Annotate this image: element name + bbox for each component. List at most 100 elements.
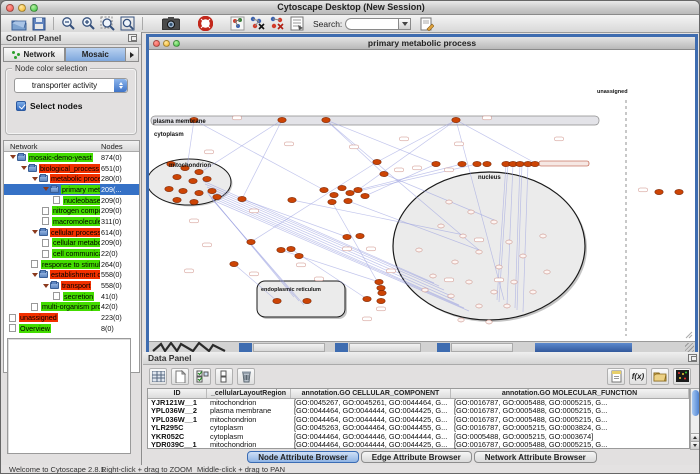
network-node[interactable] — [377, 285, 385, 290]
tab-mosaic[interactable]: Mosaic — [65, 47, 127, 62]
expand-triangle-icon[interactable] — [30, 230, 39, 234]
tab-scroll-right-icon[interactable] — [126, 47, 139, 62]
tab-network-attribute-browser[interactable]: Network Attribute Browser — [474, 451, 597, 463]
minimized-view-icon[interactable] — [437, 343, 450, 352]
network-node[interactable] — [173, 197, 181, 202]
network-node[interactable] — [344, 198, 352, 203]
network-node-small[interactable] — [452, 260, 458, 264]
tree-row[interactable]: multi-organism pro42(0) — [4, 302, 139, 313]
scroll-up-icon[interactable] — [691, 433, 699, 441]
network-node[interactable] — [346, 190, 354, 195]
network-node[interactable] — [203, 176, 211, 181]
minimized-view-icon[interactable] — [335, 343, 348, 352]
attribute-table-icon[interactable] — [149, 368, 167, 385]
network-node-small[interactable] — [530, 290, 536, 294]
network-node-small[interactable] — [506, 240, 512, 244]
snapshot-icon[interactable] — [161, 16, 181, 32]
expand-triangle-icon[interactable] — [30, 273, 39, 277]
tree-row[interactable]: cellular process614(0) — [4, 227, 139, 238]
network-node-small[interactable] — [438, 224, 444, 228]
network-node[interactable] — [377, 298, 385, 303]
network-node[interactable] — [380, 171, 388, 176]
tree-row[interactable]: cell communicat22(0) — [4, 248, 139, 259]
expand-triangle-icon[interactable] — [41, 187, 50, 191]
network-canvas[interactable]: plasma membranecytoplasmmitochondrionnuc… — [149, 50, 695, 341]
function-builder-icon[interactable]: f(x) — [629, 368, 647, 385]
tree-row[interactable]: primary metabo209(... — [4, 184, 139, 195]
tree-row[interactable]: cellular metabol209(0) — [4, 238, 139, 249]
network-node-small[interactable] — [511, 280, 517, 284]
network-node[interactable] — [328, 199, 336, 204]
minimized-view-thumbnail[interactable] — [349, 343, 421, 352]
network-node[interactable] — [378, 290, 386, 295]
table-row[interactable]: YPL036W__1mitochondrion[GO:0044464, GO:0… — [148, 416, 689, 424]
network-node[interactable] — [288, 197, 296, 202]
network-node[interactable] — [361, 193, 369, 198]
import-folder-icon[interactable] — [651, 368, 669, 385]
network-node[interactable] — [230, 261, 238, 266]
network-node[interactable] — [458, 161, 466, 166]
network-node[interactable] — [363, 296, 371, 301]
network-node[interactable] — [278, 117, 286, 122]
delete-attribute-icon[interactable] — [237, 368, 255, 385]
zoom-in-icon[interactable] — [78, 16, 98, 32]
minimized-view-icon[interactable] — [239, 343, 252, 352]
tree-row[interactable]: Overview8(0) — [4, 323, 139, 334]
network-node-small[interactable] — [491, 290, 497, 294]
resize-grip-icon[interactable] — [685, 343, 694, 352]
network-node[interactable] — [375, 279, 383, 284]
network-node-small[interactable] — [476, 304, 482, 308]
network-node[interactable] — [189, 178, 197, 183]
node-color-select[interactable]: transporter activity — [14, 78, 128, 93]
minimized-view-titlebar[interactable] — [535, 343, 632, 352]
hide-selected-nodes-icon[interactable] — [247, 16, 267, 32]
column-header[interactable]: annotation.GO CELLULAR_COMPONENT — [291, 389, 451, 398]
column-header[interactable]: annotation.GO MOLECULAR_FUNCTION — [451, 389, 689, 398]
network-node[interactable] — [208, 188, 216, 193]
expand-triangle-icon[interactable] — [19, 166, 28, 170]
tree-row[interactable]: metabolic process280(0) — [4, 173, 139, 184]
network-node-small[interactable] — [468, 210, 474, 214]
network-view-icon[interactable] — [227, 16, 247, 32]
float-panel-icon[interactable] — [688, 354, 697, 362]
unselect-attributes-icon[interactable] — [215, 368, 233, 385]
network-node-small[interactable] — [448, 294, 454, 298]
network-node-small[interactable] — [446, 200, 452, 204]
select-attributes-icon[interactable] — [193, 368, 211, 385]
table-scrollbar[interactable] — [690, 388, 700, 450]
hide-selected-edges-icon[interactable] — [267, 16, 287, 32]
network-node[interactable] — [190, 199, 198, 204]
scroll-down-icon[interactable] — [691, 441, 699, 449]
save-icon[interactable] — [29, 16, 49, 32]
network-node[interactable] — [247, 239, 255, 244]
expand-triangle-icon[interactable] — [30, 177, 39, 181]
zoom-out-icon[interactable] — [58, 16, 78, 32]
expand-triangle-icon[interactable] — [8, 155, 17, 159]
tree-row[interactable]: nucleobase-209(0) — [4, 195, 139, 206]
help-icon[interactable] — [195, 16, 215, 32]
region-nucleus[interactable] — [393, 172, 585, 320]
network-node-small[interactable] — [458, 318, 464, 322]
network-node[interactable] — [179, 188, 187, 193]
expand-triangle-icon[interactable] — [41, 284, 50, 288]
network-node[interactable] — [516, 161, 524, 166]
minimized-view-thumbnail[interactable] — [451, 343, 513, 352]
network-node[interactable] — [287, 246, 295, 251]
tab-network[interactable]: Network — [3, 47, 65, 62]
network-node[interactable] — [295, 253, 303, 258]
select-nodes-checkbox[interactable] — [16, 101, 26, 111]
tree-row[interactable]: mosaic-demo-yeast874(0) — [4, 152, 139, 163]
tree-row[interactable]: nitrogen compo209(0) — [4, 205, 139, 216]
network-node[interactable] — [373, 159, 381, 164]
network-node-small[interactable] — [491, 220, 497, 224]
network-node[interactable] — [173, 174, 181, 179]
tab-edge-attribute-browser[interactable]: Edge Attribute Browser — [361, 451, 472, 463]
minimized-view-thumbnail[interactable] — [253, 343, 325, 352]
network-node-small[interactable] — [466, 280, 472, 284]
network-node[interactable] — [330, 192, 338, 197]
network-node[interactable] — [320, 187, 328, 192]
network-node[interactable] — [322, 117, 330, 122]
tree-row[interactable]: secretion41(0) — [4, 291, 139, 302]
search-dropdown-icon[interactable] — [399, 18, 411, 30]
network-node[interactable] — [238, 196, 246, 201]
